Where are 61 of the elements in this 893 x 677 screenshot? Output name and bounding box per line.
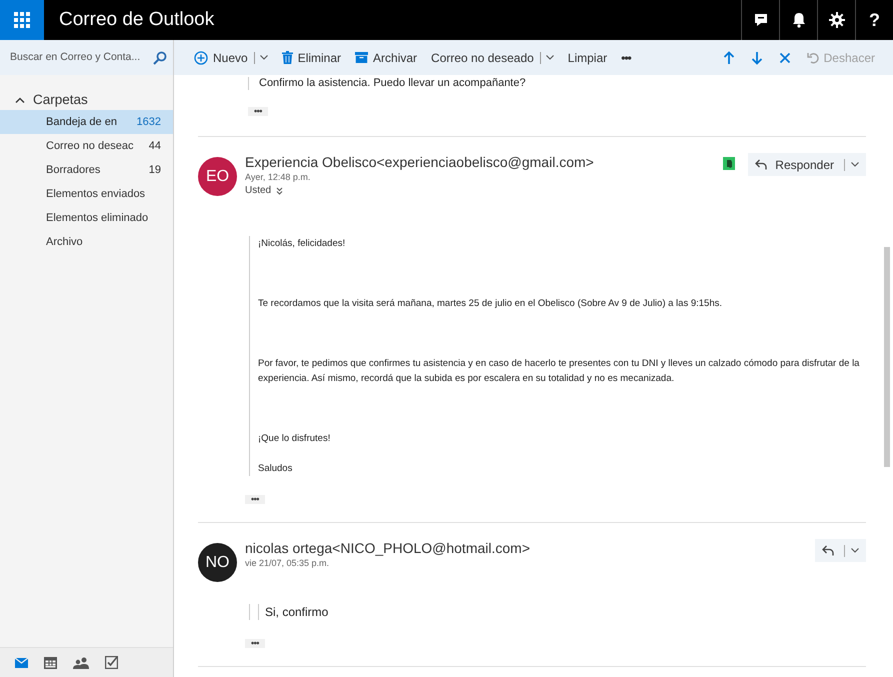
toolbar-button[interactable]: Nuevo bbox=[194, 48, 268, 66]
up-arrow-button[interactable] bbox=[722, 50, 735, 64]
message-paragraph: Si, confirmo bbox=[265, 604, 330, 620]
calendar-icon bbox=[44, 656, 57, 668]
folder-item[interactable]: Correo no deseac 44 bbox=[0, 134, 173, 158]
trash-icon bbox=[282, 51, 293, 64]
message-paragraph: Por favor, te pedimos que confirmes tu asistencia y en caso de hacerlo te presentes con tu DNI y lleves un calzado cómodo para disfrutar de la experiencia. Así mismo, recordá que la subida es por escalera en su totalidad y no es mecanizada. bbox=[258, 357, 860, 386]
folder-item[interactable]: Bandeja de en 1632 bbox=[0, 110, 173, 134]
toolbar-button[interactable]: Correo no deseado bbox=[431, 48, 554, 66]
toolbar-button[interactable]: Limpiar bbox=[568, 48, 608, 66]
reply-icon bbox=[822, 545, 834, 556]
grid-icon bbox=[14, 12, 30, 28]
folder-item[interactable]: Elementos eliminado bbox=[0, 206, 173, 230]
double-chevron-icon bbox=[276, 187, 284, 195]
app-title: Correo de Outlook bbox=[59, 8, 214, 32]
sender-name: nicolas ortega<NICO_PHOLO@hotmail.com> bbox=[245, 539, 531, 557]
app-launcher-button[interactable] bbox=[0, 0, 44, 40]
more-options-button[interactable]: ••• bbox=[621, 48, 631, 66]
sender-name: Experiencia Obelisco<experienciaobelisco@gmail.com> bbox=[245, 153, 595, 171]
quoted-text: Confirmo la asistencia. Puedo llevar un acompañante? bbox=[248, 77, 866, 90]
close-button[interactable] bbox=[778, 50, 791, 64]
people-icon bbox=[73, 656, 89, 668]
message-paragraph: Te recordamos que la visita será mañana, martes 25 de julio en el Obelisco (Sobre Av 9 de Julio) a las 9:15hs. bbox=[258, 297, 723, 311]
chevron-down-icon bbox=[851, 162, 859, 167]
checkbox-icon bbox=[105, 656, 118, 669]
avatar: EO bbox=[198, 157, 237, 196]
arrow-icon bbox=[722, 50, 735, 64]
message-paragraph: Saludos bbox=[258, 462, 294, 476]
caret-icon bbox=[15, 97, 25, 103]
chat-icon bbox=[752, 12, 768, 28]
toolbar-button[interactable]: Eliminar bbox=[282, 48, 342, 66]
undo-icon bbox=[806, 52, 819, 64]
down-arrow-button[interactable] bbox=[750, 50, 763, 64]
search-field[interactable]: Buscar en Correo y Conta... bbox=[0, 40, 173, 75]
message-paragraph: ¡Nicolás, felicidades! bbox=[258, 237, 346, 251]
folder-item[interactable]: Archivo bbox=[0, 230, 173, 254]
recipient-label: Usted bbox=[245, 184, 272, 198]
plus-circle-icon bbox=[194, 50, 208, 64]
close-icon bbox=[778, 50, 791, 64]
folder-item[interactable]: Borradores 19 bbox=[0, 158, 173, 182]
reply-button[interactable]: Responder bbox=[748, 153, 866, 176]
arrow-icon bbox=[750, 50, 763, 64]
avatar: NO bbox=[198, 543, 237, 582]
chevron-down-icon bbox=[851, 548, 859, 553]
folder-item[interactable]: Elementos enviados bbox=[0, 182, 173, 206]
reply-icon bbox=[755, 159, 768, 170]
search-input[interactable]: Buscar en Correo y Conta... bbox=[10, 50, 151, 66]
message-paragraph: ¡Que lo disfrutes! bbox=[258, 432, 332, 446]
search-icon bbox=[153, 50, 167, 64]
settings-icon bbox=[828, 12, 844, 28]
show-more-button[interactable]: ••• bbox=[245, 495, 265, 504]
message-date: Ayer, 12:48 p.m. bbox=[245, 171, 312, 184]
toolbar-button[interactable]: Archivar bbox=[355, 48, 418, 66]
archive-icon bbox=[355, 52, 368, 63]
bell-icon bbox=[792, 12, 806, 28]
show-more-button[interactable]: ••• bbox=[248, 107, 268, 116]
message-date: vie 21/07, 05:35 p.m. bbox=[245, 557, 330, 570]
show-more-button[interactable]: ••• bbox=[245, 639, 265, 648]
reply-button[interactable] bbox=[815, 539, 866, 562]
mail-icon bbox=[15, 658, 28, 668]
folders-header[interactable]: Carpetas bbox=[0, 92, 173, 108]
